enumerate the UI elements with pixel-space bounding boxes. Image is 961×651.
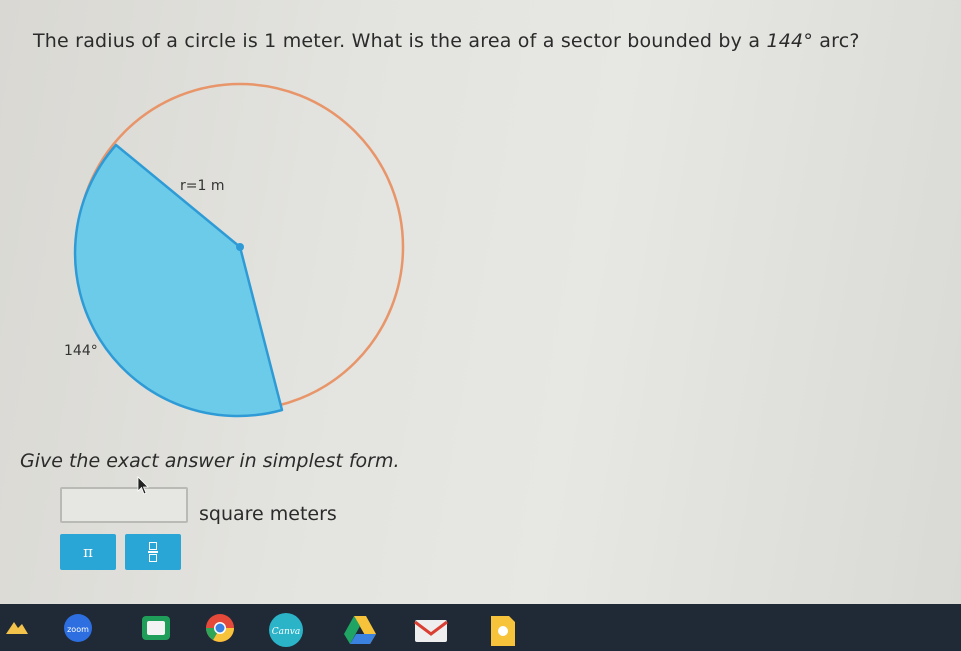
sector-shape: [73, 143, 284, 418]
instruction-text: Give the exact answer in simplest form.: [20, 450, 400, 472]
question-angle: 144°: [766, 30, 814, 52]
start-icon[interactable]: [4, 618, 30, 638]
mouse-cursor-icon: [137, 476, 149, 495]
keep-icon[interactable]: [488, 614, 518, 648]
center-point: [236, 243, 244, 251]
radius-label: r=1 m: [180, 178, 224, 194]
canva-icon[interactable]: Canva: [268, 612, 304, 648]
fraction-icon: [148, 542, 158, 562]
sector-diagram: r=1 m 144°: [64, 82, 405, 418]
question-text-end: arc?: [813, 30, 860, 52]
drive-icon[interactable]: [342, 614, 378, 646]
answer-input[interactable]: [60, 487, 188, 523]
svg-text:Canva: Canva: [272, 627, 301, 637]
pi-icon: π: [83, 543, 93, 561]
fraction-button[interactable]: [125, 534, 181, 570]
answer-unit-label: square meters: [199, 503, 337, 525]
taskbar: zoom Canva: [0, 604, 961, 651]
gmail-icon[interactable]: [414, 618, 448, 644]
pi-button[interactable]: π: [60, 534, 116, 570]
question-text-start: The radius of a circle is 1 meter. What …: [33, 30, 767, 52]
chrome-icon[interactable]: [204, 612, 236, 644]
zoom-icon[interactable]: zoom: [60, 613, 96, 643]
question-text: The radius of a circle is 1 meter. What …: [33, 30, 860, 52]
screen: The radius of a circle is 1 meter. What …: [0, 0, 961, 604]
angle-label: 144°: [64, 343, 98, 359]
classroom-icon[interactable]: [140, 612, 172, 644]
svg-text:zoom: zoom: [67, 625, 89, 634]
